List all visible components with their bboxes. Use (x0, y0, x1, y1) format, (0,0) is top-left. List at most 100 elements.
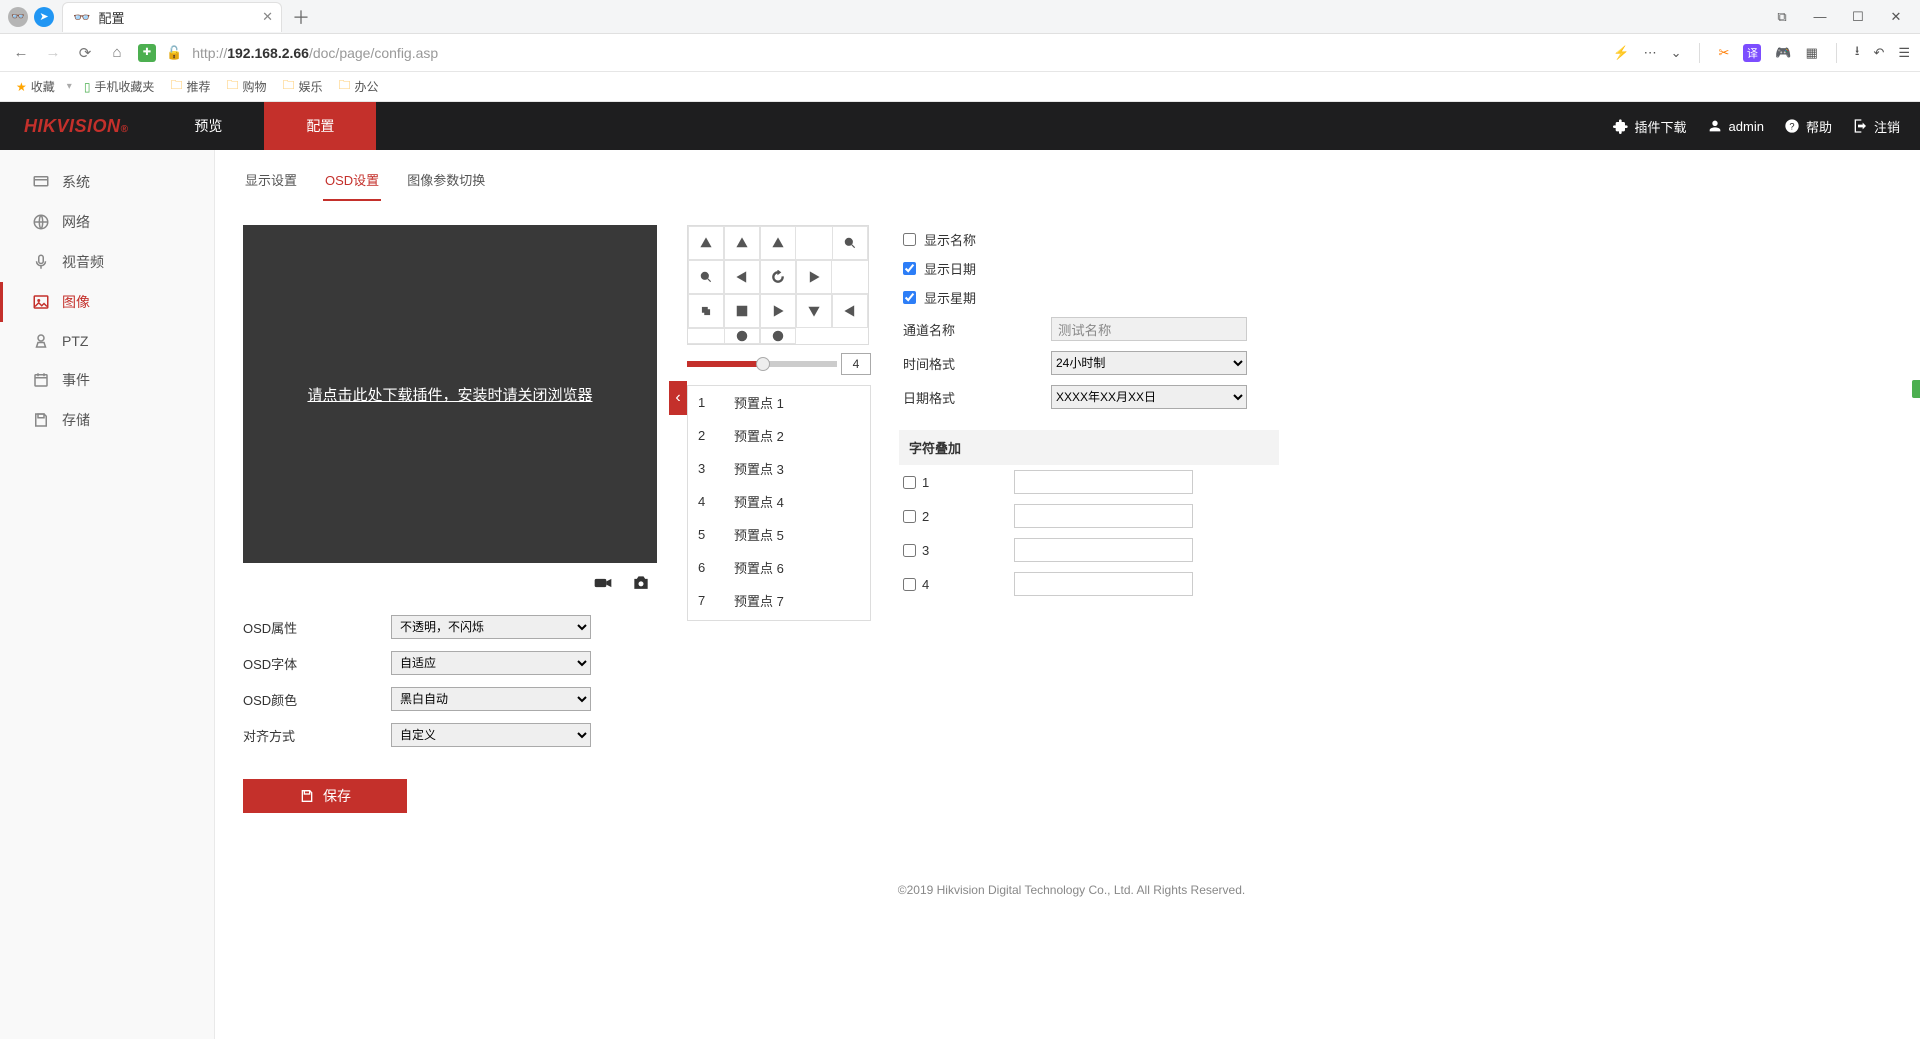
iris-open[interactable] (724, 328, 760, 344)
nav-preview[interactable]: 预览 (152, 102, 264, 150)
history-icon[interactable]: ↶ (1873, 45, 1884, 61)
nav-config[interactable]: 配置 (264, 102, 376, 150)
preset-row[interactable]: 7预置点 7 (688, 584, 870, 617)
new-tab-button[interactable]: ＋ (292, 4, 310, 30)
focus-near[interactable] (688, 294, 724, 328)
logout-link[interactable]: 注销 (1852, 117, 1900, 136)
focus-far[interactable] (724, 294, 760, 328)
preset-row[interactable]: 2预置点 2 (688, 419, 870, 452)
overlay-4-checkbox[interactable] (903, 578, 916, 591)
iris-close[interactable] (760, 328, 796, 344)
osd-attr-select[interactable]: 不透明，不闪烁 (391, 615, 591, 639)
user-menu[interactable]: admin (1707, 118, 1764, 134)
preset-list[interactable]: 1预置点 1 2预置点 2 3预置点 3 4预置点 4 5预置点 5 6预置点 … (687, 385, 871, 621)
ptz-right[interactable] (796, 260, 832, 294)
nav-reload-button[interactable]: ⟳ (74, 44, 96, 62)
menu-icon[interactable]: ☰ (1898, 45, 1910, 61)
ptz-up[interactable] (724, 226, 760, 260)
capture-icon[interactable] (631, 573, 651, 593)
sidebar-item-image[interactable]: 图像 (0, 282, 214, 322)
preset-row[interactable]: 1预置点 1 (688, 386, 870, 419)
bookmark-recommend[interactable]: 🗀推荐 (164, 76, 216, 97)
preset-row[interactable]: 3预置点 3 (688, 452, 870, 485)
save-button[interactable]: 保存 (243, 779, 407, 813)
download-plugin-link[interactable]: 请点击此处下载插件，安装时请关闭浏览器 (307, 384, 592, 405)
translate-icon[interactable]: 译 (1743, 44, 1761, 62)
tab-osd-settings[interactable]: OSD设置 (323, 164, 381, 201)
show-week-checkbox[interactable] (903, 291, 916, 304)
ptz-speed-value[interactable]: 4 (841, 353, 871, 375)
overlay-4-input[interactable] (1014, 572, 1193, 596)
ptz-left[interactable] (724, 260, 760, 294)
channel-name-input[interactable] (1051, 317, 1247, 341)
osd-font-select[interactable]: 自适应 (391, 651, 591, 675)
grid-apps-icon[interactable]: ▦ (1806, 45, 1818, 61)
tab-display-settings[interactable]: 显示设置 (243, 164, 299, 201)
bookmark-mobile[interactable]: ▯手机收藏夹 (78, 78, 161, 95)
overlay-3-input[interactable] (1014, 538, 1193, 562)
flash-icon[interactable]: ⚡ (1613, 45, 1629, 61)
ptz-auto[interactable] (760, 260, 796, 294)
ptz-down-right[interactable] (832, 294, 868, 328)
close-tab-icon[interactable]: ✕ (262, 9, 273, 25)
collapse-ptz-handle[interactable] (669, 381, 687, 415)
sidebar-item-network[interactable]: 网络 (0, 202, 214, 242)
nav-forward-button[interactable]: → (42, 44, 64, 61)
preset-row[interactable]: 4预置点 4 (688, 485, 870, 518)
side-indicator-icon[interactable] (1912, 380, 1920, 398)
gamepad-icon[interactable]: 🎮 (1775, 45, 1791, 61)
nav-back-button[interactable]: ← (10, 44, 32, 61)
help-link[interactable]: ? 帮助 (1784, 117, 1832, 136)
bookmarks-menu[interactable]: ★收藏 (10, 78, 61, 95)
plugin-download-link[interactable]: 插件下载 (1613, 117, 1687, 136)
ptz-down-left[interactable] (760, 294, 796, 328)
browser-profile-icon[interactable]: 👓 (8, 7, 28, 27)
window-restore-icon[interactable]: ⧉ (1770, 9, 1794, 25)
bookmark-office[interactable]: 🗀办公 (333, 76, 385, 97)
date-format-select[interactable]: XXXX年XX月XX日 (1051, 385, 1247, 409)
sidebar-item-av[interactable]: 视音频 (0, 242, 214, 282)
download-icon[interactable]: ⭳ (1855, 42, 1860, 64)
more-icon[interactable]: ⋯ (1644, 45, 1657, 61)
overlay-3-checkbox[interactable] (903, 544, 916, 557)
preset-row[interactable]: 6预置点 6 (688, 551, 870, 584)
address-bar[interactable]: http://192.168.2.66/doc/page/config.asp (192, 45, 1603, 61)
tab-image-switch[interactable]: 图像参数切换 (405, 164, 487, 201)
nav-home-button[interactable]: ⌂ (106, 44, 128, 61)
window-minimize-icon[interactable]: — (1808, 9, 1832, 25)
ptz-down[interactable] (796, 294, 832, 328)
sidebar-item-system[interactable]: 系统 (0, 162, 214, 202)
show-date-checkbox[interactable] (903, 262, 916, 275)
ptz-up-right[interactable] (760, 226, 796, 260)
time-format-select[interactable]: 24小时制 (1051, 351, 1247, 375)
overlay-1-checkbox[interactable] (903, 476, 916, 489)
align-select[interactable]: 自定义 (391, 723, 591, 747)
zoom-out[interactable] (688, 260, 724, 294)
preset-row[interactable]: 8预置点 8 (688, 617, 870, 621)
overlay-1-input[interactable] (1014, 470, 1193, 494)
show-date-label: 显示日期 (924, 259, 976, 278)
browser-send-icon[interactable]: ➤ (34, 7, 54, 27)
overlay-2-input[interactable] (1014, 504, 1193, 528)
security-shield-icon[interactable]: ✚ (138, 44, 156, 62)
show-name-checkbox[interactable] (903, 233, 916, 246)
window-maximize-icon[interactable]: ☐ (1846, 9, 1870, 25)
preset-row[interactable]: 5预置点 5 (688, 518, 870, 551)
zoom-in[interactable] (832, 226, 868, 260)
sidebar-item-ptz[interactable]: PTZ (0, 322, 214, 360)
bookmark-entertainment[interactable]: 🗀娱乐 (277, 76, 329, 97)
overlay-2-checkbox[interactable] (903, 510, 916, 523)
puzzle-icon (1613, 118, 1629, 134)
sidebar-item-storage[interactable]: 存储 (0, 400, 214, 440)
star-icon: ★ (16, 80, 27, 94)
bookmark-shopping[interactable]: 🗀购物 (220, 76, 272, 97)
ptz-up-left[interactable] (688, 226, 724, 260)
osd-color-select[interactable]: 黑白自动 (391, 687, 591, 711)
window-close-icon[interactable]: ✕ (1884, 9, 1908, 25)
sidebar-item-event[interactable]: 事件 (0, 360, 214, 400)
browser-tab[interactable]: 👓 配置 ✕ (62, 2, 282, 32)
dropdown-icon[interactable]: ⌄ (1671, 45, 1682, 61)
record-icon[interactable] (593, 573, 613, 593)
ptz-speed-slider[interactable] (687, 361, 837, 367)
scissors-icon[interactable]: ✂ (1718, 45, 1729, 61)
